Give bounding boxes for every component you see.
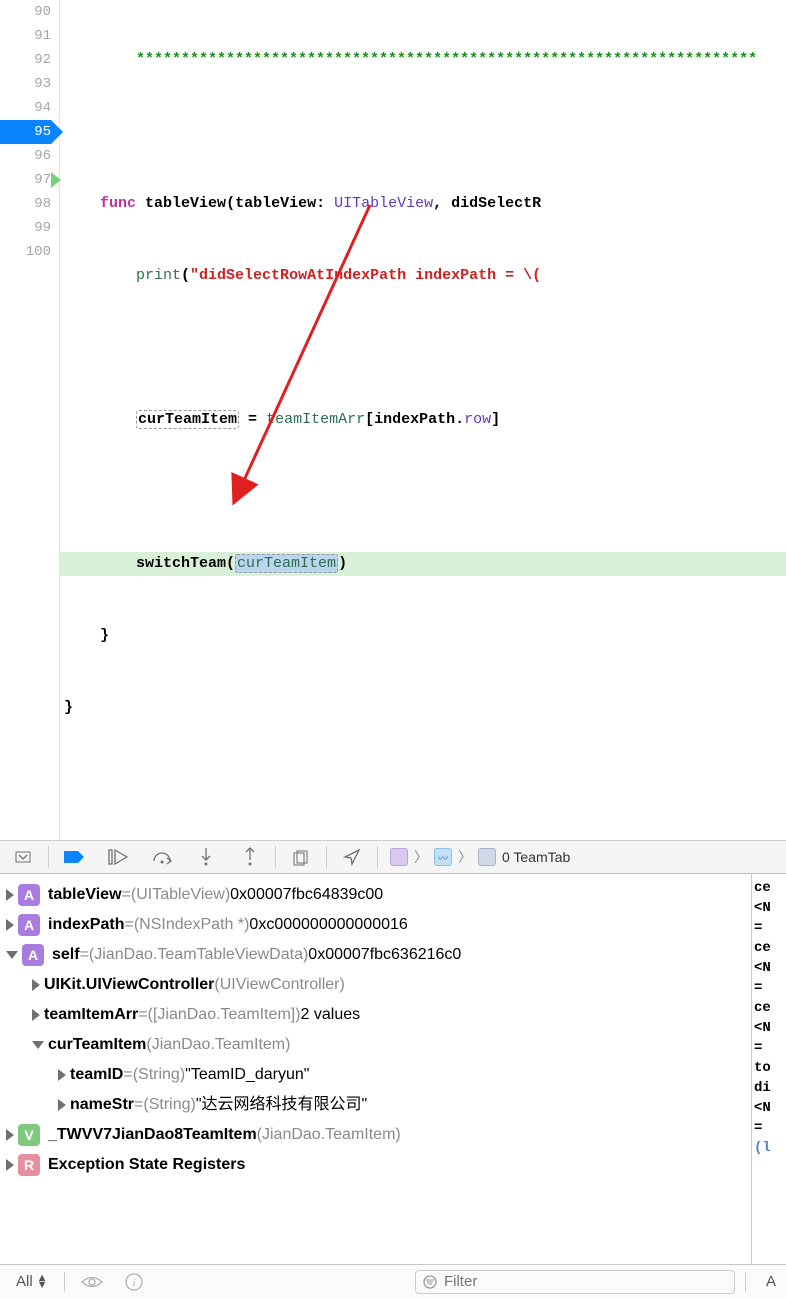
console-scope[interactable]: A — [766, 1273, 776, 1290]
variable-value: 0xc000000000000016 — [249, 910, 407, 940]
step-into-icon[interactable] — [193, 844, 219, 870]
variable-type: (JianDao.TeamItem) — [146, 1030, 290, 1060]
quicklook-icon[interactable] — [75, 1273, 109, 1291]
breakpoint-line[interactable]: 95 — [0, 120, 51, 144]
disclosure-triangle-icon[interactable] — [32, 979, 40, 991]
variable-row[interactable]: Aself = (JianDao.TeamTableViewData) 0x00… — [6, 940, 751, 970]
variable-name: nameStr — [70, 1090, 134, 1120]
variable-name: curTeamItem — [48, 1030, 146, 1060]
debug-bottom-bar: All ▲▼ i A — [0, 1264, 786, 1298]
variable-value: 2 values — [301, 1000, 361, 1030]
variable-type: (JianDao.TeamItem) — [257, 1120, 401, 1150]
variable-type: ([JianDao.TeamItem]) — [148, 1000, 301, 1030]
line-number: 98 — [0, 192, 51, 216]
variable-row[interactable]: AindexPath = (NSIndexPath *) 0xc00000000… — [6, 910, 751, 940]
person-icon — [478, 848, 496, 866]
line-number: 90 — [0, 0, 51, 24]
kind-badge: R — [18, 1154, 40, 1176]
variable-value: "达云网络科技有限公司" — [196, 1090, 367, 1120]
kind-badge: V — [18, 1124, 40, 1146]
line-number: 100 — [0, 240, 51, 264]
variable-name: indexPath — [48, 910, 124, 940]
continue-icon[interactable] — [105, 844, 131, 870]
disclosure-triangle-icon[interactable] — [6, 1159, 14, 1171]
line-number: 96 — [0, 144, 51, 168]
line-gutter: 90 91 92 93 94 95 96 97 98 99 100 — [0, 0, 60, 840]
line-number: 99 — [0, 216, 51, 240]
variable-type: (String) — [133, 1060, 185, 1090]
disclosure-triangle-icon[interactable] — [6, 951, 18, 959]
variable-row[interactable]: teamID = (String) "TeamID_daryun" — [6, 1060, 751, 1090]
kind-badge: A — [18, 914, 40, 936]
kind-badge: A — [22, 944, 44, 966]
variable-value: "TeamID_daryun" — [185, 1060, 309, 1090]
variable-name: Exception State Registers — [48, 1150, 245, 1180]
step-out-icon[interactable] — [237, 844, 263, 870]
line-number: 92 — [0, 48, 51, 72]
variable-row[interactable]: nameStr = (String) "达云网络科技有限公司" — [6, 1090, 751, 1120]
variable-row[interactable]: curTeamItem (JianDao.TeamItem) — [6, 1030, 751, 1060]
step-over-icon[interactable] — [149, 844, 175, 870]
line-number: 94 — [0, 96, 51, 120]
disclosure-triangle-icon[interactable] — [6, 919, 14, 931]
variable-name: tableView — [48, 880, 122, 910]
line-number: 91 — [0, 24, 51, 48]
disclosure-triangle-icon[interactable] — [58, 1069, 66, 1081]
variable-type: (UITableView) — [131, 880, 230, 910]
variable-type: (NSIndexPath *) — [134, 910, 250, 940]
code-editor: 90 91 92 93 94 95 96 97 98 99 100 ******… — [0, 0, 786, 840]
thread-breadcrumb[interactable]: 〉 〉 0 TeamTab — [390, 847, 570, 867]
thread-icon — [434, 848, 452, 866]
svg-text:i: i — [132, 1277, 135, 1289]
variable-row[interactable]: R Exception State Registers — [6, 1150, 751, 1180]
info-icon[interactable]: i — [119, 1271, 149, 1293]
variable-name: teamItemArr — [44, 1000, 138, 1030]
filter-field[interactable] — [415, 1270, 735, 1294]
breakpoints-toggle-icon[interactable] — [61, 844, 87, 870]
variable-value: 0x00007fbc636216c0 — [308, 940, 461, 970]
variable-row[interactable]: UIKit.UIViewController (UIViewController… — [6, 970, 751, 1000]
variable-row[interactable]: teamItemArr = ([JianDao.TeamItem]) 2 val… — [6, 1000, 751, 1030]
disclosure-triangle-icon[interactable] — [6, 889, 14, 901]
disclosure-triangle-icon[interactable] — [58, 1099, 66, 1111]
filter-input[interactable] — [444, 1273, 728, 1290]
disclosure-triangle-icon[interactable] — [32, 1041, 44, 1049]
variable-type: (String) — [143, 1090, 195, 1120]
console-output[interactable]: ce<N= ce<N= ce<N= todi<N= (l — [752, 874, 786, 1264]
disclosure-triangle-icon[interactable] — [32, 1009, 40, 1021]
variable-row[interactable]: AtableView = (UITableView) 0x00007fbc648… — [6, 880, 751, 910]
filter-icon — [422, 1274, 438, 1290]
variables-view[interactable]: AtableView = (UITableView) 0x00007fbc648… — [0, 874, 752, 1264]
execution-line: 97 — [0, 168, 51, 192]
variable-type: (JianDao.TeamTableViewData) — [89, 940, 308, 970]
kind-badge: A — [18, 884, 40, 906]
variable-type: (UIViewController) — [214, 970, 344, 1000]
variable-name: UIKit.UIViewController — [44, 970, 214, 1000]
line-number: 93 — [0, 72, 51, 96]
code-area[interactable]: ****************************************… — [60, 0, 786, 840]
framework-icon — [390, 848, 408, 866]
scope-selector[interactable]: All ▲▼ — [10, 1271, 54, 1292]
view-hierarchy-icon[interactable] — [288, 844, 314, 870]
thread-label: 0 TeamTab — [502, 849, 570, 865]
variable-value: 0x00007fbc64839c00 — [230, 880, 383, 910]
disclosure-triangle-icon[interactable] — [6, 1129, 14, 1141]
hide-debug-icon[interactable] — [10, 844, 36, 870]
variable-name: _TWVV7JianDao8TeamItem — [48, 1120, 257, 1150]
variable-name: self — [52, 940, 80, 970]
location-icon[interactable] — [339, 844, 365, 870]
debug-toolbar: 〉 〉 0 TeamTab — [0, 840, 786, 874]
variable-name: teamID — [70, 1060, 123, 1090]
variable-row[interactable]: V _TWVV7JianDao8TeamItem (JianDao.TeamIte… — [6, 1120, 751, 1150]
